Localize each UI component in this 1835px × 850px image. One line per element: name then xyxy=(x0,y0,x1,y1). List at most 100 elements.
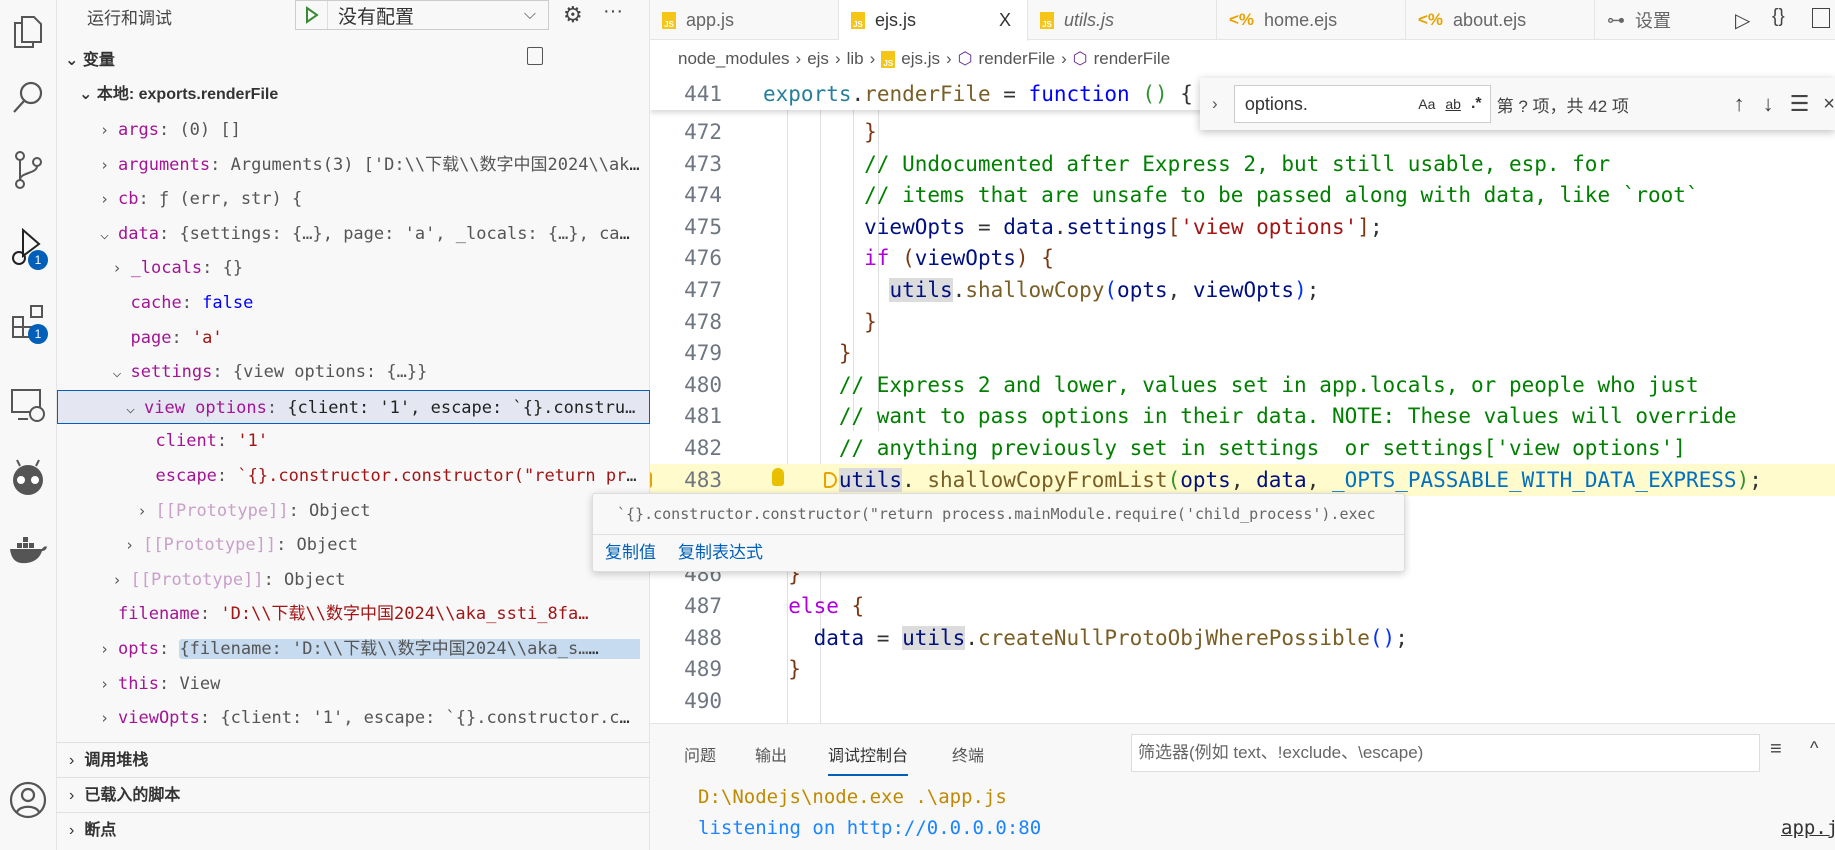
variable-row[interactable]: ⌵ view options: {client: '1', escape: `{}… xyxy=(57,389,650,424)
regex-toggle[interactable]: .* xyxy=(1471,95,1482,113)
chevron-right-icon[interactable]: › xyxy=(138,494,152,528)
variable-row[interactable]: cache: false xyxy=(57,286,650,320)
braces-icon[interactable]: {} xyxy=(1772,6,1785,28)
breakpoint-paused-icon[interactable] xyxy=(650,471,652,488)
copy-expression-button[interactable]: 复制表达式 xyxy=(678,535,763,571)
chevron-right-icon[interactable]: › xyxy=(113,563,127,597)
panel-tab[interactable]: 输出 xyxy=(755,742,787,766)
search-icon[interactable] xyxy=(8,77,48,117)
tab-ejs-js[interactable]: JS ejs.js X xyxy=(839,0,1028,41)
tab-home-ejs[interactable]: <% home.ejs xyxy=(1217,0,1406,40)
gear-icon[interactable]: ⚙ xyxy=(563,2,583,28)
close-find-icon[interactable]: × xyxy=(1823,93,1835,116)
variable-row[interactable]: ⌵ settings: {view options: {…}} xyxy=(57,355,650,389)
platformio-alien-icon[interactable] xyxy=(8,458,48,498)
tab-设置[interactable]: ⊶ 设置 xyxy=(1595,0,1745,40)
tab-about-ejs[interactable]: <% about.ejs xyxy=(1406,0,1595,40)
source-link[interactable]: app.js xyxy=(1781,817,1835,839)
collapse-all-icon[interactable] xyxy=(527,47,543,65)
lightbulb-icon[interactable] xyxy=(772,467,784,486)
tab-utils-js[interactable]: JS utils.js xyxy=(1028,0,1217,40)
variable-row[interactable]: filename: 'D:\\下载\\数字中国2024\\aka_ssti_8f… xyxy=(57,597,650,631)
js-file-icon: JS xyxy=(851,12,865,29)
variable-row[interactable]: › arguments: Arguments(3) ['D:\\下载\\数字中国2… xyxy=(57,148,650,182)
split-editor-icon[interactable] xyxy=(1812,8,1830,28)
chevron-right-icon[interactable]: › xyxy=(100,182,114,216)
code-token: , xyxy=(1230,467,1257,492)
chevron-down-icon[interactable]: ⌵ xyxy=(100,217,114,251)
chevron-right-icon[interactable]: › xyxy=(100,632,114,666)
close-tab-icon[interactable]: X xyxy=(999,10,1011,31)
scope-local[interactable]: ⌄ 本地: exports.renderFile xyxy=(79,80,278,104)
variable-row[interactable]: › viewOpts: {client: '1', escape: `{}.con… xyxy=(57,701,650,735)
panel-tab[interactable]: 问题 xyxy=(684,742,716,766)
variable-text: cb: ƒ (err, str) { xyxy=(118,182,640,216)
toggle-replace-icon[interactable]: › xyxy=(1212,94,1232,114)
variable-row[interactable]: ⌵ data: {settings: {…}, page: 'a', _local… xyxy=(57,217,650,251)
chevron-down-icon[interactable]: ⌵ xyxy=(126,391,140,423)
chevron-right-icon[interactable]: › xyxy=(100,701,114,735)
whole-word-toggle[interactable]: ab xyxy=(1445,96,1461,112)
panel-tab[interactable]: 终端 xyxy=(952,742,984,766)
section-header[interactable]: › 已载入的脚本 xyxy=(57,777,650,812)
console-filter-input[interactable]: 筛选器(例如 text、!exclude、\escape) xyxy=(1131,734,1760,772)
code-token: ( xyxy=(889,246,915,271)
maximize-panel-icon[interactable]: ^ xyxy=(1810,738,1818,759)
code-editor[interactable]: 472 } 473 // Undocumented after Express 2… xyxy=(650,78,1835,723)
copy-value-button[interactable]: 复制值 xyxy=(605,535,656,571)
variable-row[interactable]: › args: (0) [] xyxy=(57,113,650,147)
remote-explorer-icon[interactable] xyxy=(8,385,48,425)
tab-app-js[interactable]: JS app.js xyxy=(650,0,839,40)
breadcrumb-item[interactable]: ejs xyxy=(807,49,829,69)
find-in-selection-icon[interactable]: ☰ xyxy=(1790,91,1810,117)
section-header[interactable]: › 断点 xyxy=(57,812,650,847)
chevron-right-icon[interactable]: › xyxy=(113,251,127,285)
find-input[interactable]: options. Aa ab .* xyxy=(1233,85,1491,123)
variable-row[interactable]: › [[Prototype]]: Object xyxy=(57,494,650,528)
extensions-icon[interactable]: 1 xyxy=(8,302,48,344)
variable-row[interactable]: › opts: {filename: 'D:\\下载\\数字中国2024\\aka… xyxy=(57,632,650,666)
variable-row[interactable]: page: 'a' xyxy=(57,321,650,355)
next-match-icon[interactable]: ↓ xyxy=(1763,91,1774,117)
code-token: ; xyxy=(1369,214,1383,239)
run-debug-icon[interactable]: 1 xyxy=(8,228,48,270)
variable-row[interactable]: › this: View xyxy=(57,667,650,701)
source-control-icon[interactable] xyxy=(8,150,48,190)
variable-row[interactable]: escape: `{}.constructor.constructor("ret… xyxy=(57,459,650,493)
previous-match-icon[interactable]: ↑ xyxy=(1734,91,1745,117)
account-icon[interactable] xyxy=(8,780,48,820)
code-token: () xyxy=(1369,625,1396,650)
breadcrumb-separator-icon: › xyxy=(834,49,841,68)
section-header[interactable]: › 调用堆栈 xyxy=(57,742,650,777)
run-icon[interactable]: ▷ xyxy=(1735,8,1750,33)
breadcrumb-item[interactable]: renderFile xyxy=(979,49,1056,69)
chevron-right-icon[interactable]: › xyxy=(125,528,139,562)
colon: : xyxy=(288,500,310,521)
more-actions-icon[interactable]: ··· xyxy=(603,0,623,23)
breadcrumb-item[interactable]: renderFile xyxy=(1094,49,1171,69)
debug-config-select[interactable]: 没有配置 ⌵ xyxy=(295,0,549,30)
start-debugging-button[interactable] xyxy=(296,1,328,29)
chevron-down-icon[interactable]: ⌵ xyxy=(113,355,127,389)
variable-row[interactable]: › [[Prototype]]: Object xyxy=(57,563,650,597)
variable-row[interactable]: › [[Prototype]]: Object xyxy=(57,528,650,562)
breadcrumb-item[interactable]: lib xyxy=(847,49,864,69)
variable-row[interactable]: › _locals: {} xyxy=(57,251,650,285)
chevron-right-icon[interactable]: › xyxy=(100,113,114,147)
variable-row[interactable]: client: '1' xyxy=(57,424,650,458)
docker-icon[interactable] xyxy=(8,530,48,570)
match-case-toggle[interactable]: Aa xyxy=(1418,96,1435,112)
clear-console-icon[interactable]: ≡ xyxy=(1770,738,1782,761)
chevron-right-icon[interactable]: › xyxy=(100,148,114,182)
breadcrumb-item[interactable]: node_modules xyxy=(678,49,790,69)
inline-breakpoint-icon[interactable] xyxy=(824,471,837,488)
variable-row[interactable]: › cb: ƒ (err, str) { xyxy=(57,182,650,216)
code-token: [ xyxy=(1167,214,1181,239)
chevron-right-icon[interactable]: › xyxy=(100,667,114,701)
panel-tab[interactable]: 调试控制台 xyxy=(828,742,909,776)
debug-badge: 1 xyxy=(28,250,48,270)
breadcrumb-item[interactable]: ejs.js xyxy=(901,49,940,69)
line-number: 490 xyxy=(684,688,722,713)
explorer-icon[interactable] xyxy=(8,12,48,52)
variables-section-header[interactable]: ⌄ 变量 xyxy=(65,46,115,70)
